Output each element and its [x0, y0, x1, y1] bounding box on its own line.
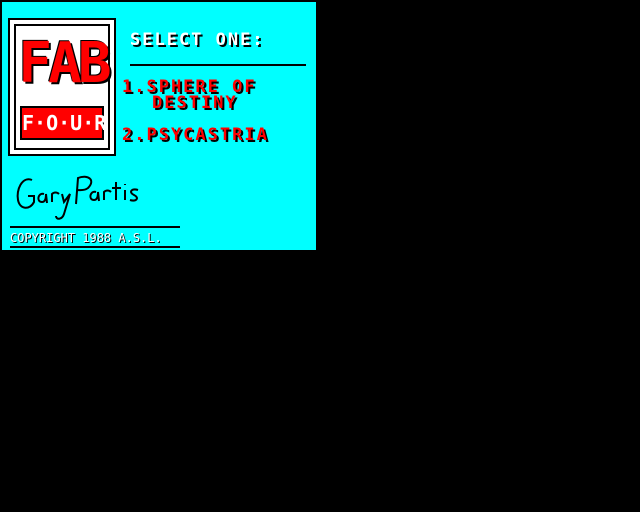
logo-frame: FAB F·O·U·R	[14, 24, 112, 150]
option-sphere-of-destiny-line2[interactable]: DESTINY	[152, 95, 238, 112]
gary-partis-signature	[16, 175, 139, 220]
menu-panel: FAB F·O·U·R SELECT ONE: 1.SPHERE OF DEST…	[2, 2, 316, 250]
game-screen: FAB F·O·U·R SELECT ONE: 1.SPHERE OF DEST…	[0, 0, 640, 512]
option-sphere-of-destiny[interactable]: 1.SPHERE OF	[122, 79, 257, 96]
select-heading: SELECT ONE:	[130, 30, 265, 50]
option-psycastria[interactable]: 2.PSYCASTRIA	[122, 127, 269, 144]
logo-title: FAB	[18, 31, 111, 96]
copyright-underline	[10, 246, 180, 248]
logo-subtitle: F·O·U·R	[20, 106, 106, 140]
signature-rule	[10, 226, 180, 228]
copyright-text: COPYRIGHT 1988 A.S.L.	[10, 231, 162, 245]
fab-four-logo: FAB F·O·U·R	[8, 18, 116, 156]
heading-underline	[130, 64, 306, 66]
